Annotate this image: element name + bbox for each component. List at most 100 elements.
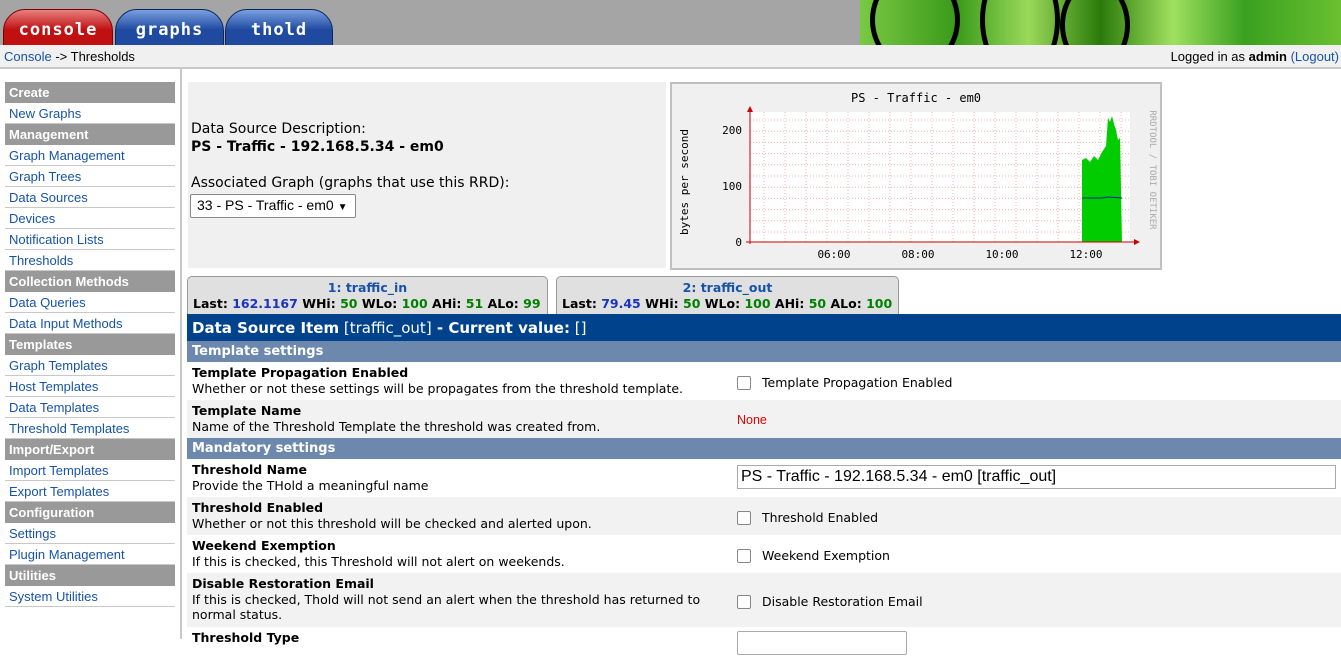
sidebar-item-threshold-templates[interactable]: Threshold Templates [5,418,175,439]
threshold-form: Data Source Item [traffic_out] - Current… [187,314,1341,657]
checkbox-label: Weekend Exemption [762,548,890,563]
form-header: Data Source Item [traffic_out] - Current… [187,314,1341,341]
breadcrumb-console-link[interactable]: Console [4,49,52,64]
section-template-settings: Template settings [187,341,1341,362]
checkbox-label: Threshold Enabled [762,510,879,525]
alo-label: ALo: [830,296,862,311]
tab-console[interactable]: console [3,9,113,45]
ds-tab-title: 1: traffic_in [327,280,408,295]
sidebar-item-graph-templates[interactable]: Graph Templates [5,355,175,376]
row-threshold-enabled: Threshold Enabled Whether or not this th… [187,497,1341,535]
form-header-current: Current value: [448,319,570,337]
sidebar-item-data-sources[interactable]: Data Sources [5,187,175,208]
top-navigation: console graphs thold [0,0,1341,45]
alo-value: 99 [523,296,541,311]
last-label: Last: [562,296,597,311]
row-label: Threshold Name [192,462,307,477]
last-value: 79.45 [601,296,641,311]
graph-title: PS - Traffic - em0 [851,91,981,105]
whi-value: 50 [340,296,358,311]
sidebar-item-data-queries[interactable]: Data Queries [5,292,175,313]
login-user: admin [1248,49,1287,64]
sidebar-item-graph-management[interactable]: Graph Management [5,145,175,166]
graph-watermark: RRDTOOL / TOBI OETIKER [1147,110,1157,230]
row-label: Template Propagation Enabled [192,365,409,380]
section-mandatory-settings: Mandatory settings [187,438,1341,459]
row-threshold-type: Threshold Type [187,627,1341,657]
tab-graphs[interactable]: graphs [115,9,224,45]
wlo-label: WLo: [361,296,398,311]
sidebar-item-export-templates[interactable]: Export Templates [5,481,175,502]
sidebar-item-host-templates[interactable]: Host Templates [5,376,175,397]
sidebar-item-settings[interactable]: Settings [5,523,175,544]
form-header-separator: - [431,319,449,337]
sidebar-section-management: Management [5,124,175,145]
wlo-label: WLo: [704,296,741,311]
sidebar-item-new-graphs[interactable]: New Graphs [5,103,175,124]
y-tick-label: 0 [735,236,742,249]
form-header-item: [traffic_out] [343,319,432,337]
sidebar-item-data-templates[interactable]: Data Templates [5,397,175,418]
row-template-propagation: Template Propagation Enabled Whether or … [187,362,1341,400]
traffic-graph[interactable]: PS - Traffic - em0 bytes per second RRDT… [670,82,1162,270]
breadcrumb-current: Thresholds [70,49,135,64]
sidebar-item-devices[interactable]: Devices [5,208,175,229]
sidebar-item-graph-trees[interactable]: Graph Trees [5,166,175,187]
login-prefix: Logged in as [1170,49,1249,64]
sidebar-item-thresholds[interactable]: Thresholds [5,250,175,271]
ahi-label: AHi: [432,296,462,311]
sidebar-item-data-input-methods[interactable]: Data Input Methods [5,313,175,334]
alo-label: ALo: [487,296,519,311]
sidebar: Create New Graphs Management Graph Manageme… [0,68,182,639]
disable-restoration-email-checkbox[interactable] [737,594,751,609]
ds-tab-traffic-out[interactable]: 2: traffic_out Last: 79.45 WHi: 50 WLo: … [556,276,899,314]
ahi-value: 50 [808,296,827,311]
y-axis-arrow-icon [747,106,753,112]
dropdown-arrow-icon: ▼ [337,202,348,213]
x-tick-label: 12:00 [1069,248,1102,261]
ds-tab-stats: Last: 79.45 WHi: 50 WLo: 100 AHi: 50 ALo… [557,296,898,311]
sidebar-item-notification-lists[interactable]: Notification Lists [5,229,175,250]
row-label: Disable Restoration Email [192,576,374,591]
sidebar-section-configuration: Configuration [5,502,175,523]
threshold-enabled-checkbox[interactable] [737,510,751,525]
whi-label: WHi: [645,296,679,311]
logout-link[interactable]: (Logout) [1291,49,1339,64]
login-status: Logged in as admin (Logout) [1171,49,1339,64]
row-description: Name of the Threshold Template the thres… [192,419,601,434]
ds-tab-stats: Last: 162.1167 WHi: 50 WLo: 100 AHi: 51 … [188,296,547,311]
wlo-value: 100 [744,296,771,311]
ds-tab-traffic-in[interactable]: 1: traffic_in Last: 162.1167 WHi: 50 WLo… [187,276,548,314]
row-description: Whether or not this threshold will be ch… [192,516,592,531]
sidebar-section-collection-methods: Collection Methods [5,271,175,292]
last-value: 162.1167 [232,296,298,311]
sidebar-item-plugin-management[interactable]: Plugin Management [5,544,175,565]
ds-description-value: PS - Traffic - 192.168.5.34 - em0 [191,139,444,155]
sidebar-item-import-templates[interactable]: Import Templates [5,460,175,481]
sidebar-item-system-utilities[interactable]: System Utilities [5,586,175,607]
row-description: Provide the THold a meaningful name [192,478,429,493]
whi-label: WHi: [302,296,336,311]
row-description: If this is checked, this Threshold will … [192,554,565,569]
row-description: If this is checked, Thold will not send … [192,592,701,622]
associated-graph-value: 33 - PS - Traffic - em0 [197,197,334,213]
sidebar-section-utilities: Utilities [5,565,175,586]
form-header-value: [] [574,319,587,337]
template-propagation-checkbox[interactable] [737,375,751,390]
ds-description-label: Data Source Description: [191,121,366,137]
template-name-value: None [737,413,767,427]
tab-thold[interactable]: thold [225,9,333,45]
breadcrumb: Console -> Thresholds [4,49,135,64]
associated-graph-select[interactable]: 33 - PS - Traffic - em0 ▼ [190,194,357,218]
x-tick-label: 10:00 [985,248,1018,261]
threshold-name-input[interactable]: PS - Traffic - 192.168.5.34 - em0 [traff… [737,465,1336,489]
form-header-prefix: Data Source Item [192,319,340,337]
breadcrumb-separator: -> [51,49,71,64]
row-disable-restoration-email: Disable Restoration Email If this is che… [187,573,1341,627]
threshold-type-select[interactable] [737,631,907,655]
weekend-exemption-checkbox[interactable] [737,548,751,563]
row-label: Threshold Type [192,630,300,645]
row-weekend-exemption: Weekend Exemption If this is checked, th… [187,535,1341,573]
y-tick-label: 100 [722,180,742,193]
graph-y-axis-label: bytes per second [678,129,691,235]
